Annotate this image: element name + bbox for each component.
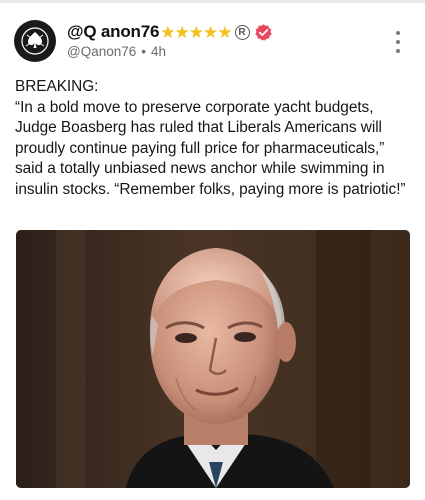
star-icon: ★ — [188, 22, 204, 42]
star-icon: ★ — [203, 22, 219, 42]
more-vertical-icon[interactable] — [392, 31, 404, 53]
registered-mark-icon: R — [234, 24, 250, 40]
user-handle[interactable]: @Qanon76 — [67, 44, 136, 59]
post-card: @Q anon76 ★ ★ ★ ★ ★ R @Qanon76 • 4h BREA… — [0, 0, 425, 500]
star-icon: ★ — [160, 22, 176, 42]
post-body: BREAKING: “In a bold move to preserve co… — [15, 78, 406, 198]
display-name[interactable]: @Q anon76 — [67, 22, 159, 42]
star-icon: ★ — [174, 22, 190, 42]
star-rating: ★ ★ ★ ★ ★ — [160, 22, 233, 42]
menu-dot — [396, 31, 400, 35]
menu-dot — [396, 40, 400, 44]
post-header: @Q anon76 ★ ★ ★ ★ ★ R @Qanon76 • 4h — [67, 21, 273, 59]
post-meta: @Qanon76 • 4h — [67, 44, 273, 59]
post-image[interactable] — [16, 230, 410, 488]
star-icon: ★ — [217, 22, 233, 42]
meta-separator: • — [141, 44, 146, 59]
judge-portrait-illustration — [16, 230, 410, 488]
verified-badge-icon — [254, 23, 272, 41]
spade-logo-icon — [21, 27, 49, 55]
post-timestamp[interactable]: 4h — [151, 44, 166, 59]
top-divider — [0, 0, 425, 3]
avatar[interactable] — [14, 20, 56, 62]
menu-dot — [396, 49, 400, 53]
name-row: @Q anon76 ★ ★ ★ ★ ★ R — [67, 21, 273, 43]
